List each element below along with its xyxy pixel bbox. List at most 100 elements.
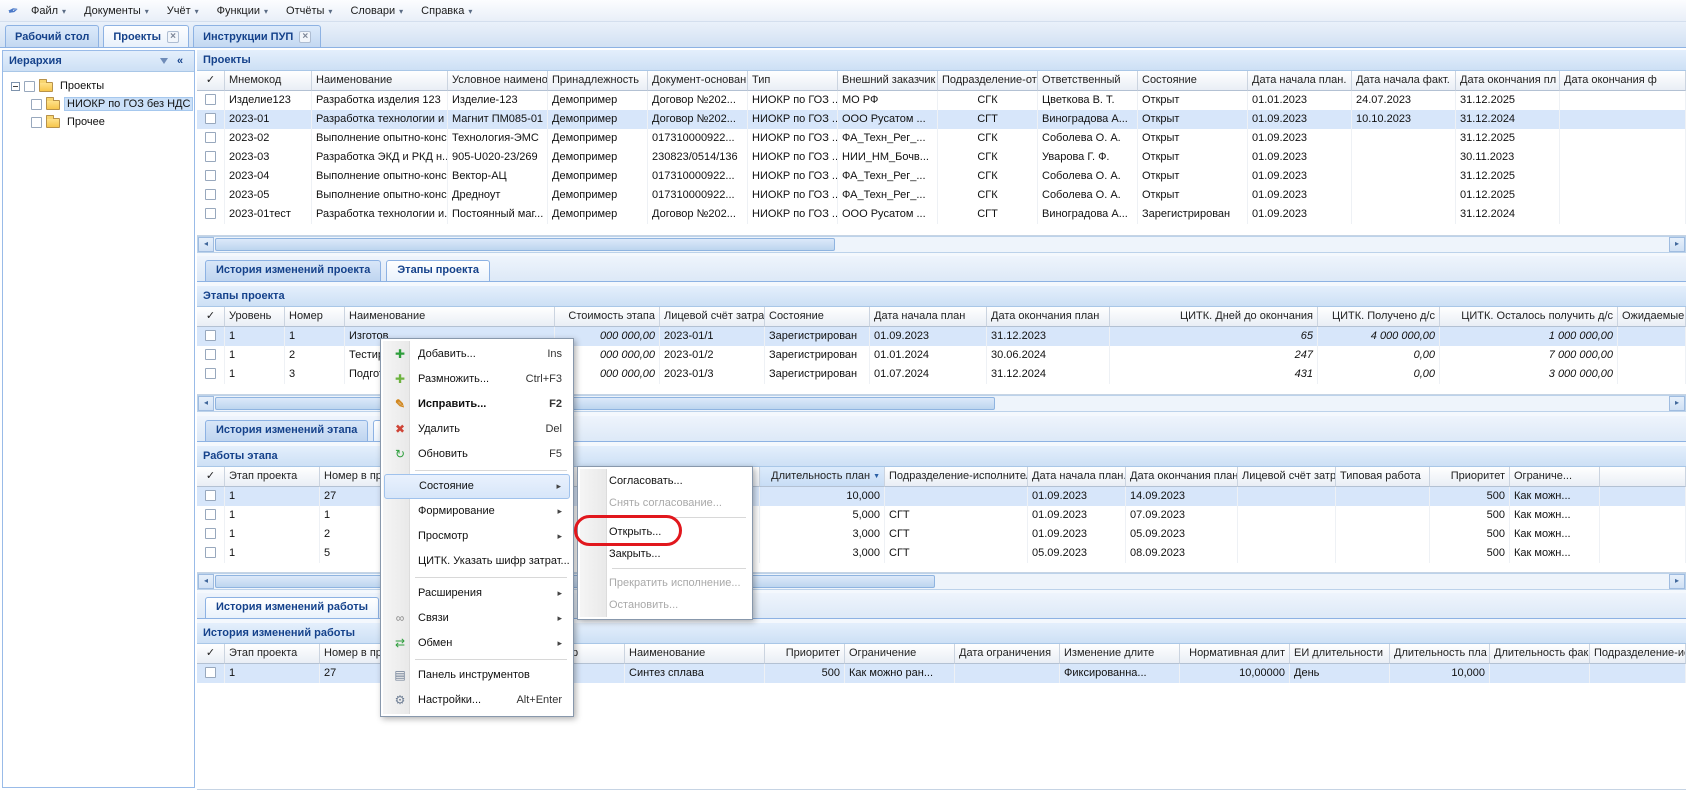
menu-item-links[interactable]: ∞Связи	[384, 606, 570, 631]
column-header[interactable]: Уровень	[225, 307, 285, 327]
scrollbar-thumb[interactable]	[215, 397, 995, 410]
scrollbar-thumb[interactable]	[215, 575, 935, 588]
menu-item-toolbar[interactable]: ▤Панель инструментов	[384, 663, 570, 688]
collapse-panel-icon[interactable]	[172, 53, 188, 69]
select-all-header[interactable]: ✓	[197, 644, 225, 664]
menu-item-settings[interactable]: ⚙Настройки...Alt+Enter	[384, 688, 570, 713]
submenu-item-close[interactable]: Закрыть...	[581, 543, 749, 565]
scrollbar-thumb[interactable]	[215, 238, 835, 251]
projects-hscrollbar[interactable]	[197, 236, 1686, 253]
column-header[interactable]: Приоритет	[765, 644, 845, 664]
row-checkbox[interactable]	[205, 509, 216, 520]
column-header[interactable]: Длительность пла	[1390, 644, 1490, 664]
row-checkbox[interactable]	[205, 368, 216, 379]
column-header[interactable]: Мнемокод	[225, 71, 312, 91]
column-header[interactable]: Условное наименова	[448, 71, 548, 91]
tab-work-history[interactable]: История изменений работы	[205, 597, 379, 618]
tree-checkbox[interactable]	[31, 99, 42, 110]
submenu-item-approve[interactable]: Согласовать...	[581, 470, 749, 492]
tab-project-history[interactable]: История изменений проекта	[205, 260, 381, 281]
column-header[interactable]: ЦИТК. Осталось получить д/с	[1440, 307, 1618, 327]
column-header[interactable]: Состояние	[1138, 71, 1248, 91]
column-header[interactable]: Подразделение-от	[938, 71, 1038, 91]
menu-item-view[interactable]: Просмотр	[384, 524, 570, 549]
column-header[interactable]: Длительность план▼	[760, 467, 885, 487]
row-checkbox[interactable]	[205, 547, 216, 558]
row-checkbox[interactable]	[205, 94, 216, 105]
menu-accounting[interactable]: Учёт	[158, 0, 208, 22]
row-checkbox[interactable]	[205, 528, 216, 539]
column-header[interactable]: Подразделение-ис	[1590, 644, 1686, 664]
column-header[interactable]: Этап проекта	[225, 644, 320, 664]
table-row[interactable]: 2023-04Выполнение опытно-конс...Вектор-А…	[197, 167, 1686, 186]
tab-stage-history[interactable]: История изменений этапа	[205, 420, 368, 441]
menu-item-refresh[interactable]: ↻ОбновитьF5	[384, 442, 570, 467]
table-row[interactable]: 2023-01тестРазработка технологии и...Пос…	[197, 205, 1686, 224]
filter-icon[interactable]	[156, 53, 172, 69]
column-header[interactable]: Ограниче...	[1510, 467, 1600, 487]
row-checkbox[interactable]	[205, 189, 216, 200]
column-header[interactable]: Приоритет	[1430, 467, 1510, 487]
close-tab-icon[interactable]	[167, 31, 179, 43]
column-header[interactable]: Этап проекта	[225, 467, 320, 487]
column-header[interactable]: Дата начала план.	[1028, 467, 1126, 487]
tree-item-other[interactable]: Прочее	[5, 113, 192, 131]
menu-item-generation[interactable]: Формирование	[384, 499, 570, 524]
column-header[interactable]: Дата окончания ф	[1560, 71, 1686, 91]
close-tab-icon[interactable]	[299, 31, 311, 43]
column-header[interactable]: Нормативная длит	[1180, 644, 1290, 664]
column-header[interactable]: Ожидаемые	[1618, 307, 1686, 327]
table-row[interactable]: 2023-02Выполнение опытно-конс...Технолог…	[197, 129, 1686, 148]
scroll-right-button[interactable]	[1669, 237, 1685, 252]
column-header[interactable]: Дата окончания план	[987, 307, 1110, 327]
row-checkbox[interactable]	[205, 349, 216, 360]
column-header[interactable]: Номер	[285, 307, 345, 327]
column-header[interactable]: Дата окончания пл	[1456, 71, 1560, 91]
menu-functions[interactable]: Функции	[208, 0, 277, 22]
tree-checkbox[interactable]	[24, 81, 35, 92]
menu-item-extensions[interactable]: Расширения	[384, 581, 570, 606]
menu-item-duplicate[interactable]: ✚Размножить...Ctrl+F3	[384, 367, 570, 392]
column-header[interactable]: Наименование	[345, 307, 555, 327]
table-row[interactable]: 2023-03Разработка ЭКД и РКД н...905-U020…	[197, 148, 1686, 167]
menu-help[interactable]: Справка	[412, 0, 481, 22]
column-header[interactable]: Наименование	[625, 644, 765, 664]
column-header[interactable]: ЦИТК. Получено д/с	[1318, 307, 1440, 327]
row-checkbox[interactable]	[205, 170, 216, 181]
row-checkbox[interactable]	[205, 132, 216, 143]
column-header[interactable]: Длительность фак	[1490, 644, 1590, 664]
row-checkbox[interactable]	[205, 667, 216, 678]
menu-item-add[interactable]: ✚Добавить...Ins	[384, 342, 570, 367]
menu-file[interactable]: Файл	[22, 0, 75, 22]
select-all-header[interactable]: ✓	[197, 307, 225, 327]
table-row[interactable]: 2023-05Выполнение опытно-конс...Дредноут…	[197, 186, 1686, 205]
column-header[interactable]: Внешний заказчик	[838, 71, 938, 91]
row-checkbox[interactable]	[205, 151, 216, 162]
table-row[interactable]: 2023-01Разработка технологии и ...Магнит…	[197, 110, 1686, 129]
scroll-right-button[interactable]	[1669, 396, 1685, 411]
table-row[interactable]: Изделие123Разработка изделия 123Изделие-…	[197, 91, 1686, 110]
menu-dictionaries[interactable]: Словари	[341, 0, 412, 22]
column-header[interactable]: Принадлежность	[548, 71, 648, 91]
column-header[interactable]: Состояние	[765, 307, 870, 327]
tree-item-niokr-goz[interactable]: НИОКР по ГОЗ без НДС	[5, 95, 192, 113]
column-header[interactable]: Типовая работа	[1336, 467, 1430, 487]
menu-item-edit[interactable]: ✎Исправить...F2	[384, 392, 570, 417]
tree-checkbox[interactable]	[31, 117, 42, 128]
column-header[interactable]: Подразделение-исполнитель.	[885, 467, 1028, 487]
column-header[interactable]: Наименование	[312, 71, 448, 91]
column-header[interactable]: Тип	[748, 71, 838, 91]
menu-reports[interactable]: Отчёты	[277, 0, 341, 22]
column-header[interactable]: ЦИТК. Дней до окончания	[1110, 307, 1318, 327]
menu-item-state[interactable]: Состояние	[384, 474, 570, 499]
scroll-left-button[interactable]	[198, 396, 214, 411]
submenu-item-open[interactable]: Открыть...	[581, 521, 749, 543]
collapse-node-icon[interactable]	[11, 82, 20, 91]
menu-item-citk-cost-code[interactable]: ЦИТК. Указать шифр затрат...	[384, 549, 570, 574]
tab-project-stages[interactable]: Этапы проекта	[386, 260, 490, 281]
column-header[interactable]: ЕИ длительности	[1290, 644, 1390, 664]
column-header[interactable]: Лицевой счёт затр	[1238, 467, 1336, 487]
row-checkbox[interactable]	[205, 208, 216, 219]
tree-item-projects[interactable]: Проекты	[5, 77, 192, 95]
column-header[interactable]	[1600, 467, 1686, 487]
